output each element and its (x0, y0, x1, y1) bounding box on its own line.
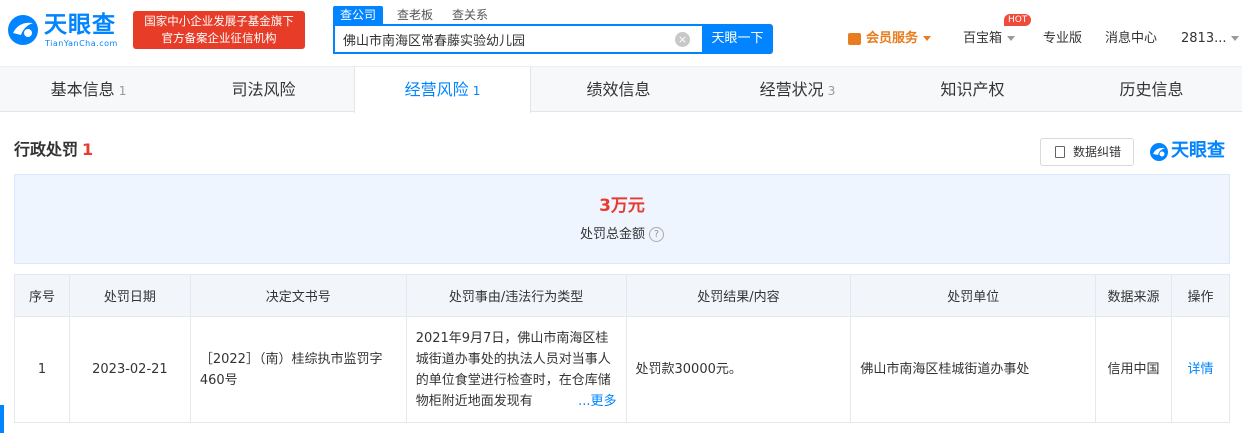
data-correction-label: 数据纠错 (1073, 145, 1122, 159)
header-index: 序号 (14, 274, 70, 317)
tab-label: 司法风险 (231, 80, 296, 99)
penalty-total-label: 处罚总金额 (579, 227, 645, 242)
table-header-row: 序号 处罚日期 决定文书号 处罚事由/违法行为类型 处罚结果/内容 处罚单位 数… (14, 274, 1230, 317)
search-tab-boss[interactable]: 查老板 (397, 6, 433, 24)
more-link[interactable]: ...更多 (578, 394, 616, 409)
user-menu[interactable]: 2813... (1181, 30, 1240, 48)
tab-count: 1 (118, 84, 127, 98)
side-float-tab[interactable] (0, 405, 4, 433)
tab-label: 经营状况 (759, 80, 824, 99)
penalty-summary-card: 3万元 处罚总金额? (14, 174, 1230, 264)
message-center-link[interactable]: 消息中心 (1105, 30, 1157, 48)
tab-count: 3 (827, 84, 836, 98)
data-correction-button[interactable]: 数据纠错 (1040, 138, 1134, 166)
document-icon (1055, 146, 1065, 158)
brand-text: 天眼查 (1171, 140, 1225, 161)
tab-business-risk[interactable]: 经营风险 1 (354, 67, 531, 113)
section-title-text: 行政处罚 (14, 140, 79, 159)
reason-text-wrap: 2021年9月7日，佛山市南海区桂城街道办事处的执法人员对当事人的单位食堂进行检… (416, 328, 617, 412)
tab-count: 1 (472, 84, 481, 98)
search-box: × (333, 24, 702, 54)
clear-icon[interactable]: × (675, 32, 690, 47)
header-action: 操作 (1171, 274, 1230, 317)
tab-intellectual-property[interactable]: 知识产权 (886, 67, 1063, 112)
tab-label: 知识产权 (940, 80, 1005, 99)
cell-result: 处罚款30000元。 (625, 316, 852, 423)
section-title: 行政处罚 1 (14, 139, 93, 161)
cell-source: 信用中国 (1095, 316, 1173, 423)
cell-reason: 2021年9月7日，佛山市南海区桂城街道办事处的执法人员对当事人的单位食堂进行检… (405, 316, 627, 423)
table-row: 1 2023-02-21 ［2022］（南）桂综执市监罚字460号 2021年9… (14, 316, 1230, 423)
penalty-table: 序号 处罚日期 决定文书号 处罚事由/违法行为类型 处罚结果/内容 处罚单位 数… (14, 274, 1230, 423)
logo-text: 天眼查 (44, 12, 116, 38)
chevron-down-icon (923, 36, 932, 41)
header-date: 处罚日期 (68, 274, 191, 317)
tab-basic-info[interactable]: 基本信息 1 (0, 67, 177, 112)
tianyancha-logo-icon (1150, 143, 1168, 161)
badge-line-2: 官方备案企业征信机构 (161, 31, 277, 45)
certification-badge: 国家中小企业发展子基金旗下 官方备案企业征信机构 (133, 11, 305, 49)
help-icon[interactable]: ? (649, 227, 664, 242)
chevron-down-icon (1007, 36, 1016, 41)
tab-label: 基本信息 (50, 80, 115, 99)
header-reason: 处罚事由/违法行为类型 (405, 274, 627, 317)
tab-label: 历史信息 (1119, 80, 1184, 99)
tab-label: 经营风险 (404, 80, 469, 99)
header-result: 处罚结果/内容 (625, 274, 852, 317)
tab-label: 绩效信息 (586, 80, 651, 99)
pro-version-link[interactable]: 专业版 (1043, 30, 1082, 48)
site-logo[interactable]: 天眼查 TianYanCha.com (6, 11, 126, 51)
header-authority: 处罚单位 (850, 274, 1097, 317)
header-doc-no: 决定文书号 (189, 274, 407, 317)
search-input[interactable] (335, 26, 665, 52)
top-header: 天眼查 TianYanCha.com 国家中小企业发展子基金旗下 官方备案企业征… (0, 0, 1242, 66)
badge-line-1: 国家中小企业发展子基金旗下 (144, 14, 294, 28)
user-label: 2813... (1181, 31, 1227, 46)
vip-label: 会员服务 (866, 31, 919, 46)
penalty-total-label-row: 处罚总金额? (15, 225, 1229, 245)
tab-judicial-risk[interactable]: 司法风险 (177, 67, 354, 112)
tab-performance-info[interactable]: 绩效信息 (532, 67, 709, 112)
cell-authority: 佛山市南海区桂城街道办事处 (850, 316, 1097, 423)
company-tab-bar: 基本信息 1 司法风险 经营风险 1 绩效信息 经营状况 3 知识产权 历史信息 (0, 66, 1242, 113)
hot-badge: HOT (1004, 14, 1032, 26)
treasure-label: 百宝箱 (963, 31, 1003, 46)
more-wrap: ...更多 (564, 390, 617, 412)
header-source: 数据来源 (1095, 274, 1173, 317)
tab-history-info[interactable]: 历史信息 (1065, 67, 1242, 112)
crown-icon (848, 32, 861, 45)
cell-date: 2023-02-21 (68, 316, 191, 423)
vip-service-menu[interactable]: 会员服务 (848, 30, 932, 48)
search-button[interactable]: 天眼一下 (702, 24, 773, 54)
search-tab-company[interactable]: 查公司 (333, 6, 384, 24)
treasure-box-menu[interactable]: 百宝箱 (963, 30, 1016, 48)
cell-action: 详情 (1171, 316, 1230, 423)
chevron-down-icon (1231, 36, 1240, 41)
tianyancha-logo-icon (8, 15, 38, 45)
search-tab-relation[interactable]: 查关系 (452, 6, 488, 24)
tab-business-status[interactable]: 经营状况 3 (709, 67, 886, 112)
cell-doc-no: ［2022］（南）桂综执市监罚字460号 (189, 316, 407, 423)
logo-subtext: TianYanCha.com (45, 39, 118, 48)
section-count: 1 (82, 140, 94, 159)
penalty-total-amount: 3万元 (599, 196, 645, 216)
detail-link[interactable]: 详情 (1188, 362, 1214, 377)
cell-index: 1 (14, 316, 70, 423)
